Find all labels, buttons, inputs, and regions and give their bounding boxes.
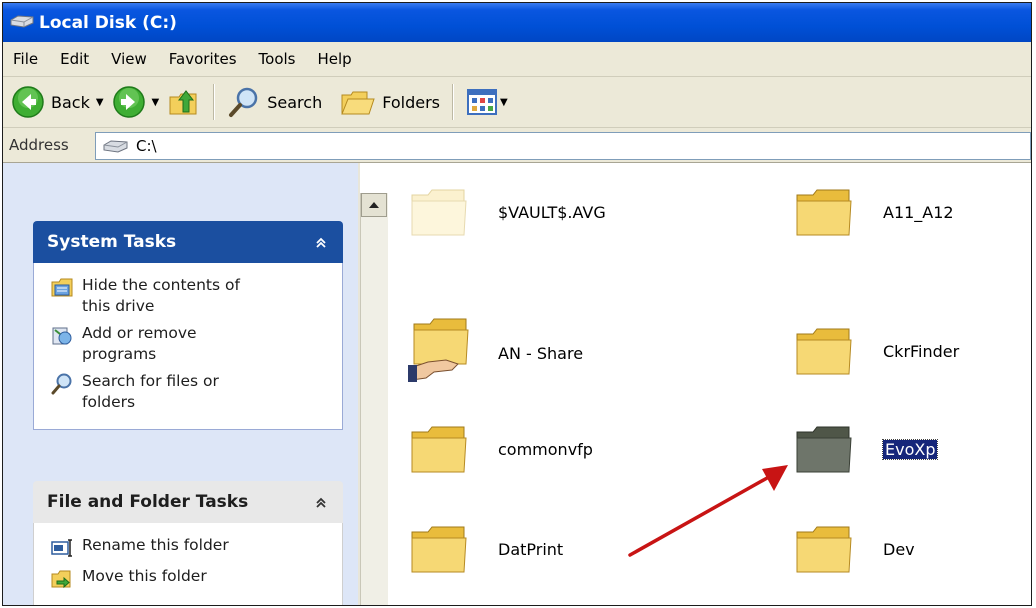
address-value: C:\ [136,137,157,155]
system-tasks-body: Hide the contents of this drive Add or r… [33,263,343,430]
folder-item[interactable]: AN - Share [408,318,583,388]
views-button[interactable]: ▼ [462,82,512,122]
folder-view: $VAULT$.AVG A11_A12 AN - Share CkrFinder… [388,163,1031,605]
task-label: Add or remove programs [82,324,197,363]
shared-folder-icon [408,318,469,382]
folder-name: DatPrint [498,539,564,559]
drive-icon [9,13,35,33]
folder-item[interactable]: A11_A12 [793,181,954,243]
task-pane: System Tasks Hide the contents of this d… [3,163,358,605]
collapse-chevron-icon[interactable] [309,490,333,514]
task-hide-contents[interactable]: Hide the contents of this drive [50,275,342,317]
folder-icon [411,426,467,473]
views-icon [467,89,497,115]
task-label: Hide the contents of this drive [82,276,240,315]
toolbar: Back ▼ ▼ Search Folders ▼ [3,77,1031,128]
folder-name: $VAULT$.AVG [498,202,606,222]
back-arrow-icon [12,86,44,118]
folder-icon [796,189,852,236]
address-bar: Address C:\ [3,128,1031,163]
toolbar-separator [452,84,454,120]
folder-name: A11_A12 [883,202,954,222]
address-label: Address [9,136,69,154]
forward-dropdown-icon[interactable]: ▼ [152,97,160,108]
menu-bar: File Edit View Favorites Tools Help [3,42,1031,77]
task-label: Search for files or folders [82,372,219,411]
search-label: Search [267,92,323,112]
scroll-up-arrow-icon [369,202,379,208]
folder-item[interactable]: $VAULT$.AVG [408,181,606,243]
annotation-arrow-icon [628,465,788,557]
file-folder-tasks-body: Rename this folder Move this folder [33,523,343,605]
vertical-scrollbar[interactable] [360,193,389,605]
window-title: Local Disk (C:) [39,12,177,33]
folder-name: AN - Share [498,343,584,363]
task-rename-folder[interactable]: Rename this folder [50,535,342,560]
folders-button[interactable]: Folders [336,82,444,122]
search-magnifier-icon [229,87,258,117]
move-icon [51,570,71,589]
back-dropdown-icon[interactable]: ▼ [96,97,104,108]
rename-icon [51,539,72,557]
search-icon [51,373,72,395]
file-folder-tasks-header[interactable]: File and Folder Tasks [33,481,343,523]
folder-icon [796,328,852,375]
folder-hidden-icon [411,189,467,236]
folder-name: EvoXp [881,438,939,460]
back-label: Back [51,92,90,112]
file-folder-tasks-title: File and Folder Tasks [47,492,249,512]
task-search-files[interactable]: Search for files or folders [50,371,342,413]
menu-favorites[interactable]: Favorites [158,50,248,68]
folders-icon [341,91,375,115]
folder-name: commonvfp [498,439,593,459]
hide-contents-icon [51,278,73,297]
title-bar[interactable]: Local Disk (C:) [3,3,1031,42]
menu-edit[interactable]: Edit [49,50,100,68]
task-move-folder[interactable]: Move this folder [50,566,342,591]
collapse-chevron-icon[interactable] [309,230,333,254]
back-button[interactable]: Back ▼ [7,82,108,122]
task-label: Rename this folder [82,536,229,554]
menu-file[interactable]: File [3,50,49,68]
system-tasks-panel: System Tasks Hide the contents of this d… [33,221,343,430]
system-tasks-header[interactable]: System Tasks [33,221,343,263]
system-tasks-title: System Tasks [47,232,177,252]
address-input[interactable]: C:\ [95,132,1031,160]
drive-icon [103,140,128,153]
menu-view[interactable]: View [100,50,158,68]
toolbar-separator [213,84,216,120]
folder-item[interactable]: DatPrint [408,518,563,580]
folder-name: Dev [883,539,915,559]
folder-name: CkrFinder [883,341,960,361]
file-folder-tasks-panel: File and Folder Tasks Rename this folder [33,481,343,605]
menu-help[interactable]: Help [307,50,363,68]
folder-icon [411,526,467,573]
forward-arrow-icon [112,86,145,118]
views-dropdown-icon[interactable]: ▼ [500,97,508,108]
menu-tools[interactable]: Tools [248,50,307,68]
folders-label: Folders [382,92,440,112]
task-label: Move this folder [82,567,207,585]
folder-item[interactable]: commonvfp [408,418,593,480]
explorer-window: Local Disk (C:) File Edit View Favorites… [2,2,1032,606]
forward-button[interactable]: ▼ [108,82,164,122]
folder-item[interactable]: CkrFinder [793,320,959,382]
add-remove-programs-icon [52,327,72,345]
scroll-up-button[interactable] [361,193,387,217]
search-button[interactable]: Search [223,82,326,122]
task-add-remove-programs[interactable]: Add or remove programs [50,323,342,365]
up-folder-button[interactable] [163,82,205,122]
up-folder-icon [169,90,197,115]
